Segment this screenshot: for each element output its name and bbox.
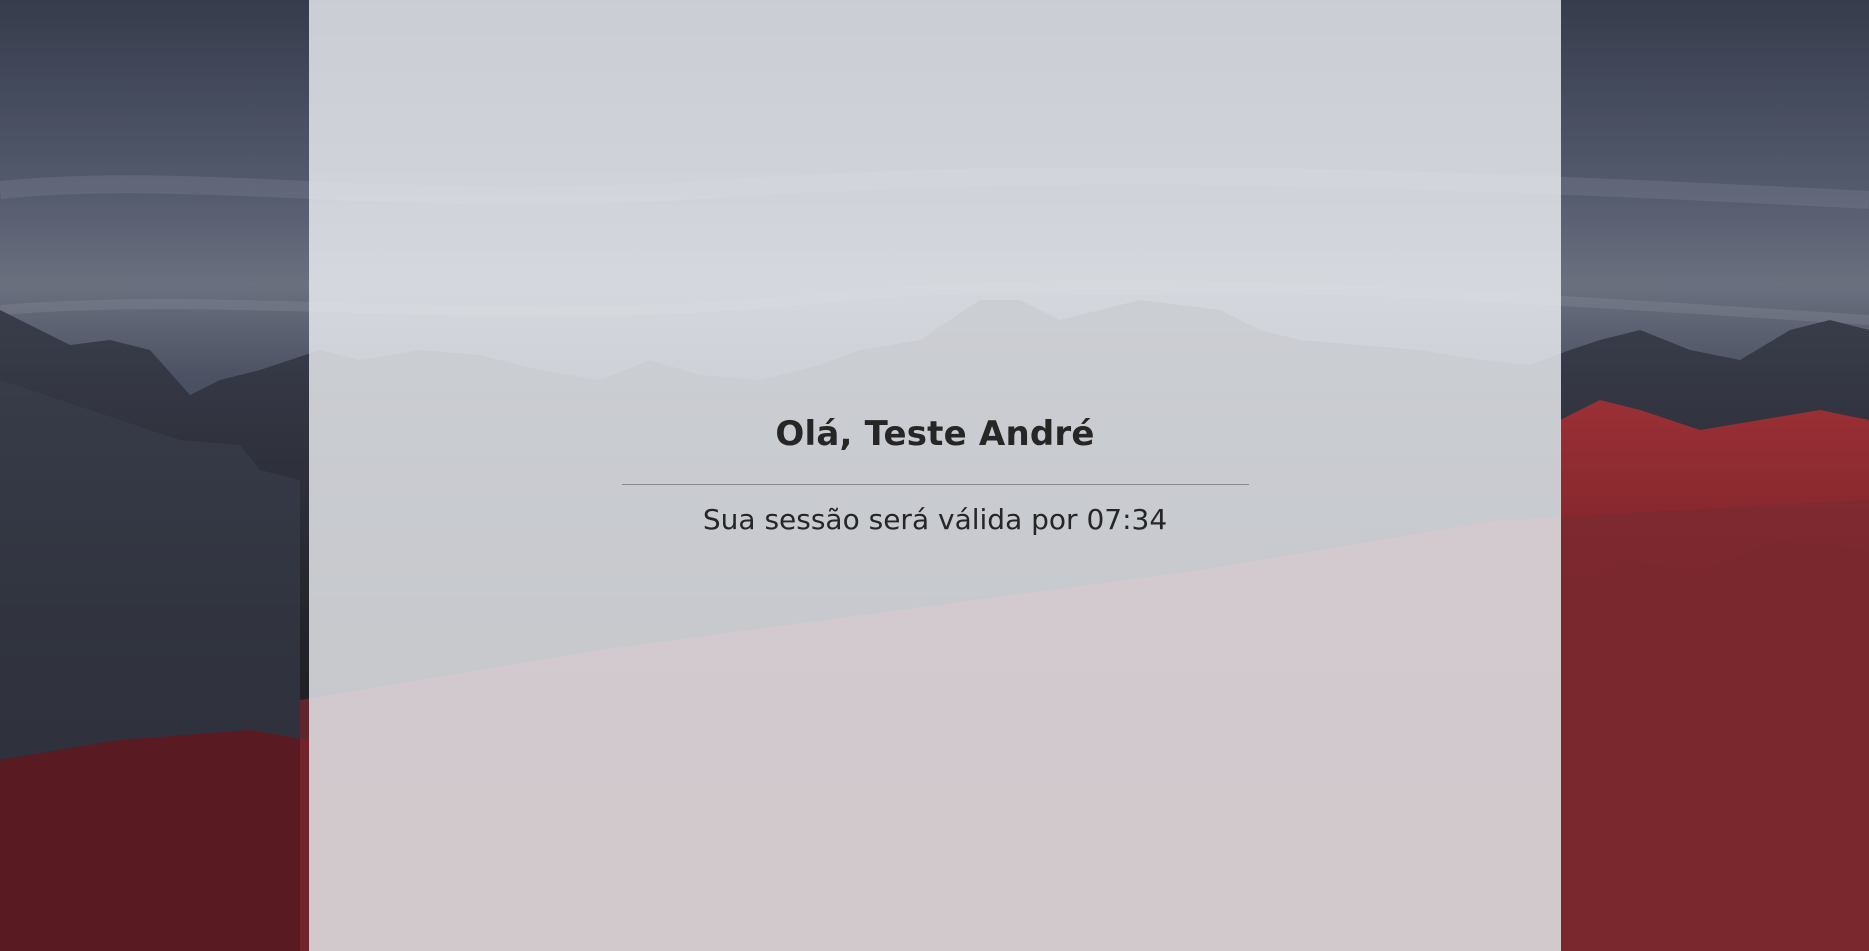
- greeting-heading: Olá, Teste André: [775, 414, 1095, 454]
- login-success-screen: Olá, Teste André Sua sessão será válida …: [0, 0, 1869, 951]
- divider: [622, 484, 1249, 485]
- session-timer-message: Sua sessão será válida por 07:34: [702, 503, 1168, 536]
- welcome-content: Olá, Teste André Sua sessão será válida …: [309, 0, 1561, 951]
